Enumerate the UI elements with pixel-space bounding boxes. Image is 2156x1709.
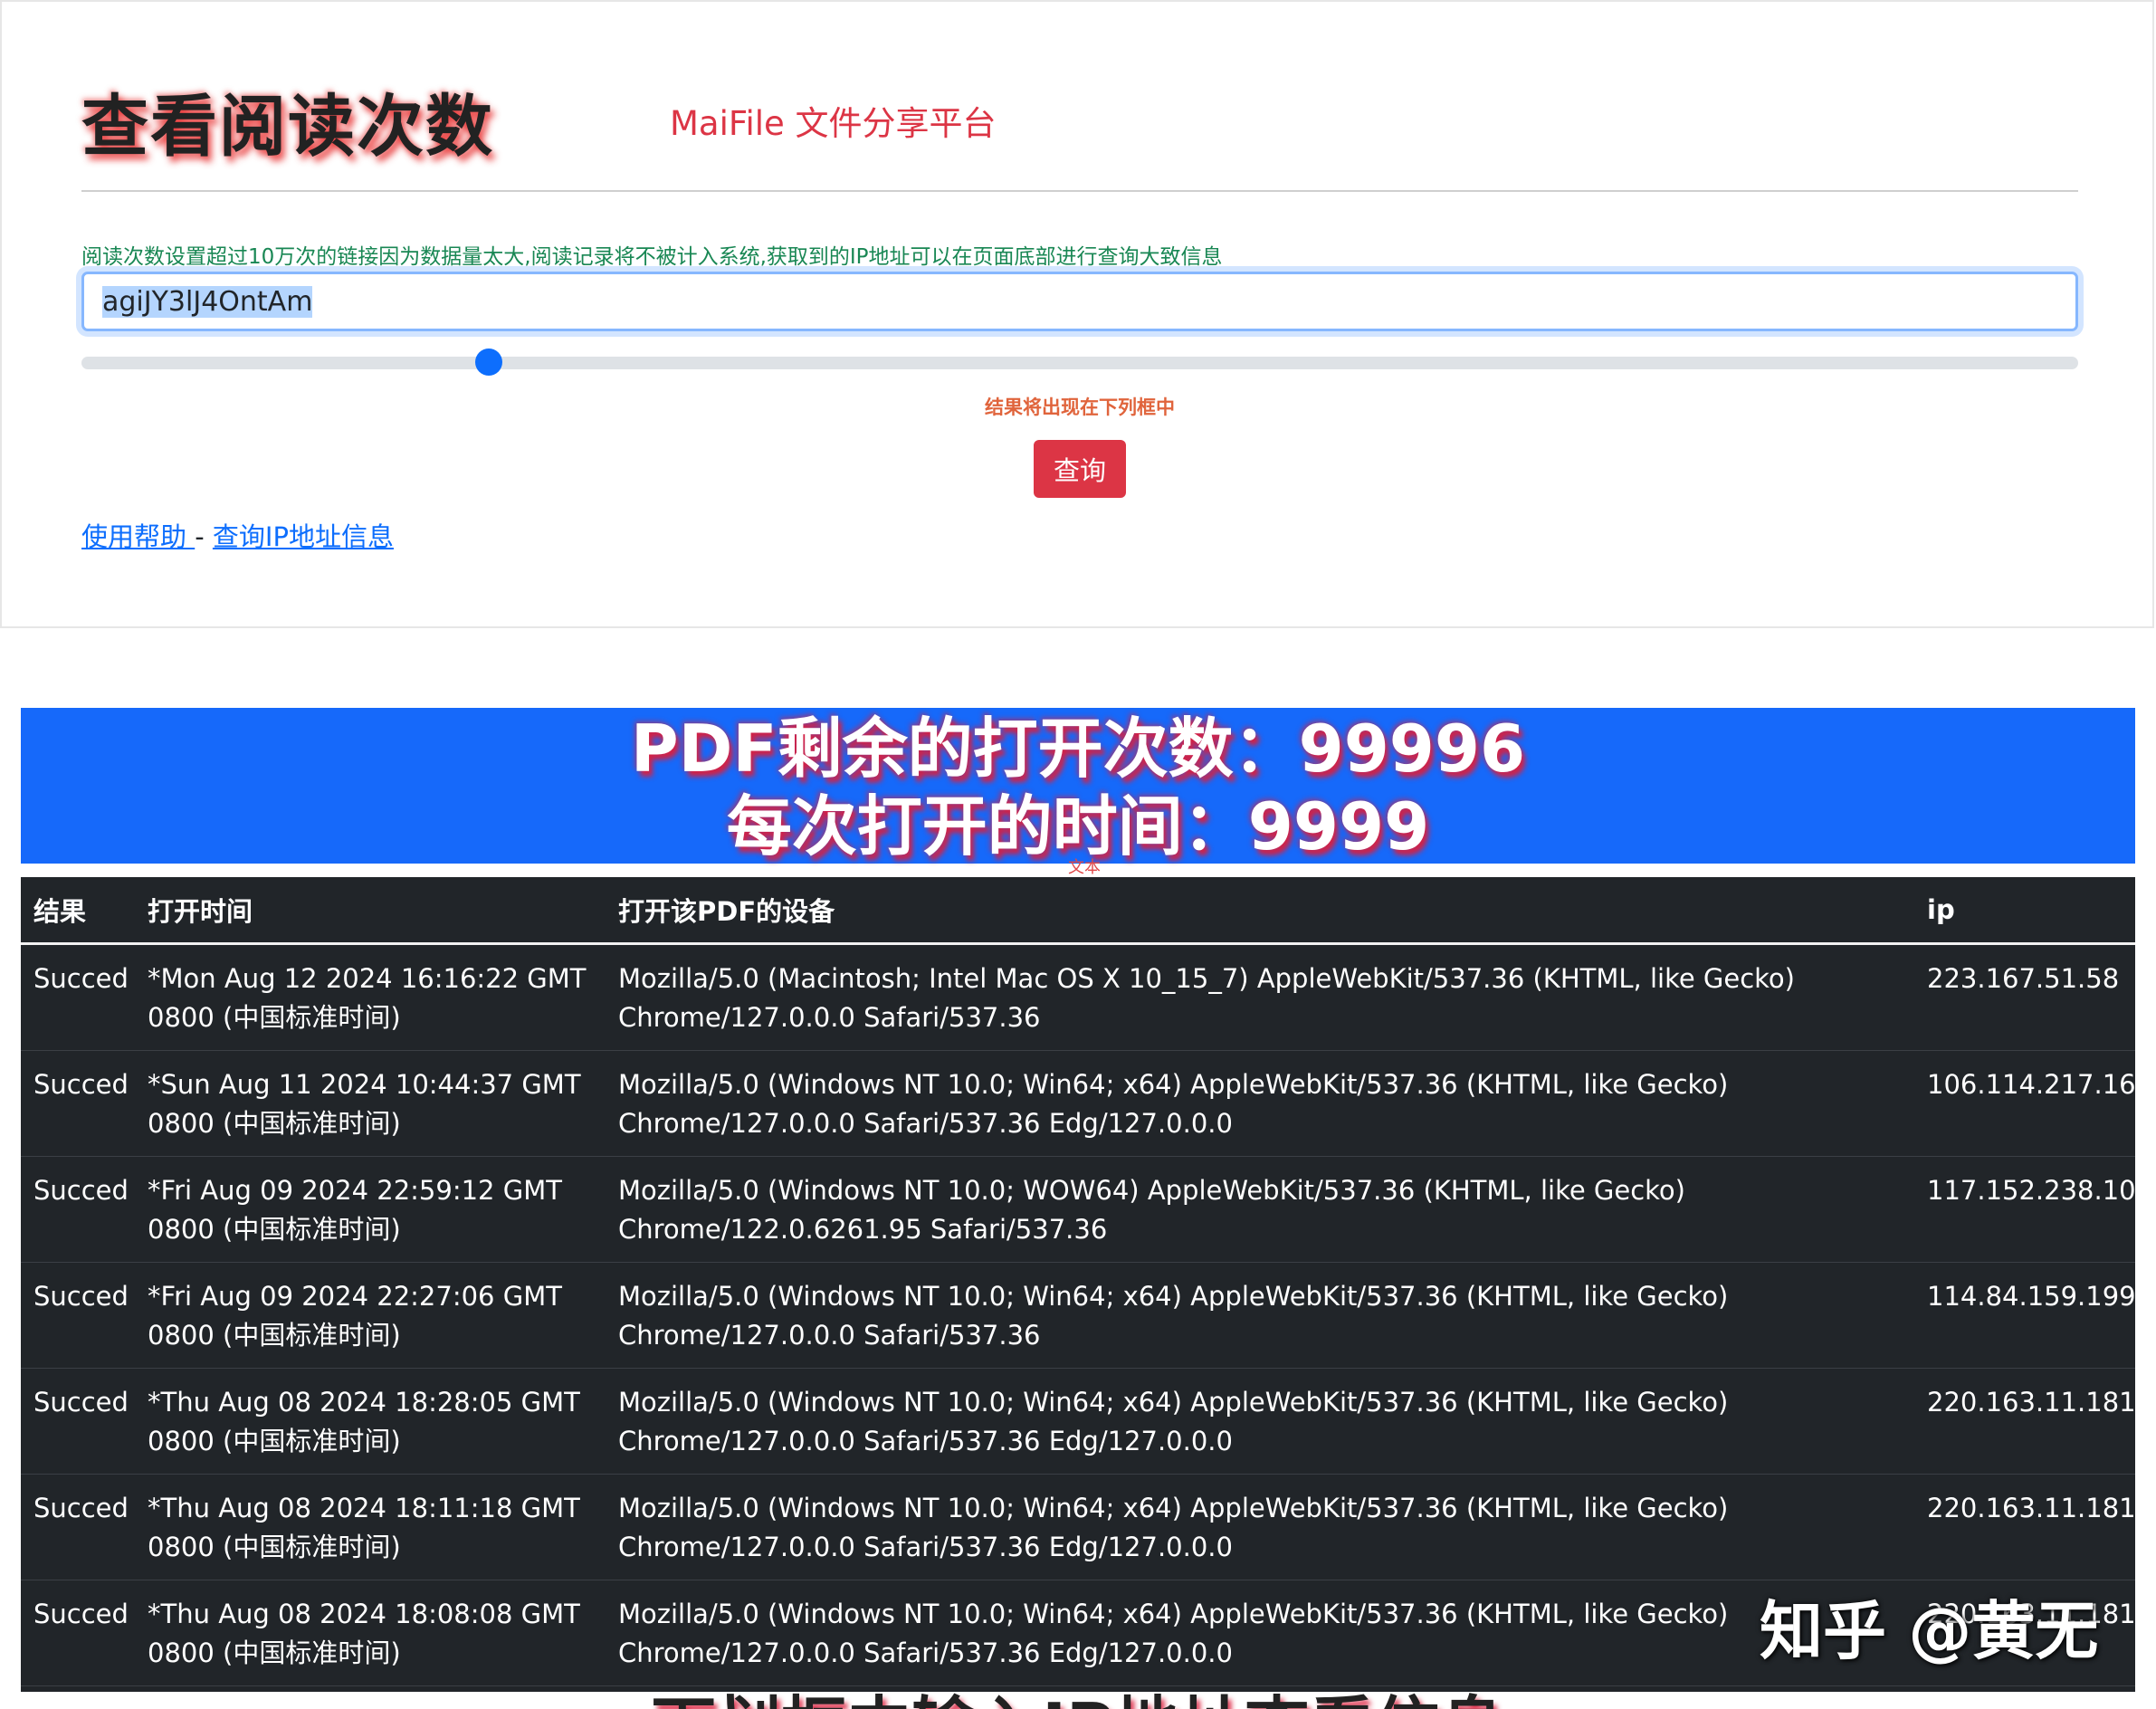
table-row: Succed *Thu Aug 08 2024 18:28:05 GMT 080… [21,1368,2135,1475]
cell-device: Mozilla/5.0 (Windows NT 10.0; Win64; x64… [606,1050,1914,1157]
remaining-opens-banner: PDF剩余的打开次数：99996 每次打开的时间：9999 [21,708,2135,864]
notice-text: 阅读次数设置超过10万次的链接因为数据量太大,阅读记录将不被计入系统,获取到的I… [81,245,1223,269]
ip-lookup-link[interactable]: 查询IP地址信息 [213,521,394,552]
cell-result: Succed [21,1050,135,1157]
cell-ip: 106.114.217.164 [1914,1050,2135,1157]
access-log-table: 结果 打开时间 打开该PDF的设备 ip Succed *Mon Aug 12 … [21,877,2135,1692]
table-row: Succed *Fri Aug 09 2024 22:27:06 GMT 080… [21,1262,2135,1369]
cell-device: Mozilla/5.0 (Windows NT 10.0; WOW64) App… [606,1156,1914,1263]
cell-time: *Thu Aug 08 2024 18:28:05 GMT 0800 (中国标准… [135,1368,606,1475]
zhihu-watermark: 知乎 @黄无 [1760,1594,2099,1668]
help-link[interactable]: 使用帮助 [81,521,195,552]
column-header-result: 结果 [21,877,135,945]
cell-result: Succed [21,1580,135,1686]
cell-ip: 114.84.159.199 [1914,1262,2135,1369]
divider [81,190,2078,192]
bottom-caption: 下划框中输入IP地址查看信息 [0,1692,2156,1709]
help-links: 使用帮助 - 查询IP地址信息 [81,516,394,554]
cell-ip: 220.163.11.181 [1914,1474,2135,1580]
remaining-opens-text: PDF剩余的打开次数：99996 [630,711,1526,787]
cell-device: Mozilla/5.0 (Windows NT 10.0; Win64; x64… [606,1580,1914,1686]
cell-device: Mozilla/5.0 (Windows NT 10.0; Win64; x64… [606,1474,1914,1580]
cell-time: *Thu Aug 08 2024 18:08:08 GMT 0800 (中国标准… [135,1580,606,1686]
cell-time: *Thu Aug 08 2024 18:11:18 GMT 0800 (中国标准… [135,1474,606,1580]
cell-time: *Mon Aug 12 2024 16:16:22 GMT 0800 (中国标准… [135,943,606,1051]
bottom-caption-clip: 下划框中输入IP地址查看信息 [0,1692,2156,1709]
slider-thumb[interactable] [475,348,503,376]
cell-ip: 223.167.51.58 [1914,943,2135,1051]
column-header-device: 打开该PDF的设备 [606,877,1914,945]
cell-ip: 117.152.238.108 [1914,1156,2135,1263]
column-header-time: 打开时间 [135,877,606,945]
page-title: 查看阅读次数 [81,88,494,166]
link-code-input[interactable] [81,272,2078,331]
cell-result: Succed [21,1262,135,1369]
table-row: Succed *Sun Aug 11 2024 10:44:37 GMT 080… [21,1050,2135,1157]
banner-small-text: 文本 [1068,858,1101,877]
cell-time: *Sun Aug 11 2024 10:44:37 GMT 0800 (中国标准… [135,1050,606,1157]
cell-time: *Fri Aug 09 2024 22:59:12 GMT 0800 (中国标准… [135,1156,606,1263]
cell-time: *Fri Aug 09 2024 22:27:06 GMT 0800 (中国标准… [135,1262,606,1369]
brand-name: MaiFile 文件分享平台 [670,104,997,143]
table-row: Succed *Mon Aug 12 2024 16:16:22 GMT 080… [21,943,2135,1051]
table-header-row: 结果 打开时间 打开该PDF的设备 ip [21,877,2135,945]
result-hint: 结果将出现在下列框中 [985,396,1175,418]
table-row: Succed *Thu Aug 08 2024 18:11:18 GMT 080… [21,1474,2135,1580]
read-time-slider[interactable] [81,357,2078,369]
cell-result: Succed [21,1474,135,1580]
query-card: 查看阅读次数 MaiFile 文件分享平台 阅读次数设置超过10万次的链接因为数… [0,0,2154,628]
table-row: Succed *Fri Aug 09 2024 22:59:12 GMT 080… [21,1156,2135,1263]
cell-result: Succed [21,1156,135,1263]
cell-device: Mozilla/5.0 (Macintosh; Intel Mac OS X 1… [606,943,1914,1051]
cell-result: Succed [21,943,135,1051]
link-separator: - [195,521,213,552]
column-header-ip: ip [1914,877,2135,945]
cell-result: Succed [21,1368,135,1475]
query-button[interactable]: 查询 [1034,440,1126,498]
cell-ip: 220.163.11.181 [1914,1368,2135,1475]
cell-device: Mozilla/5.0 (Windows NT 10.0; Win64; x64… [606,1368,1914,1475]
cell-device: Mozilla/5.0 (Windows NT 10.0; Win64; x64… [606,1262,1914,1369]
